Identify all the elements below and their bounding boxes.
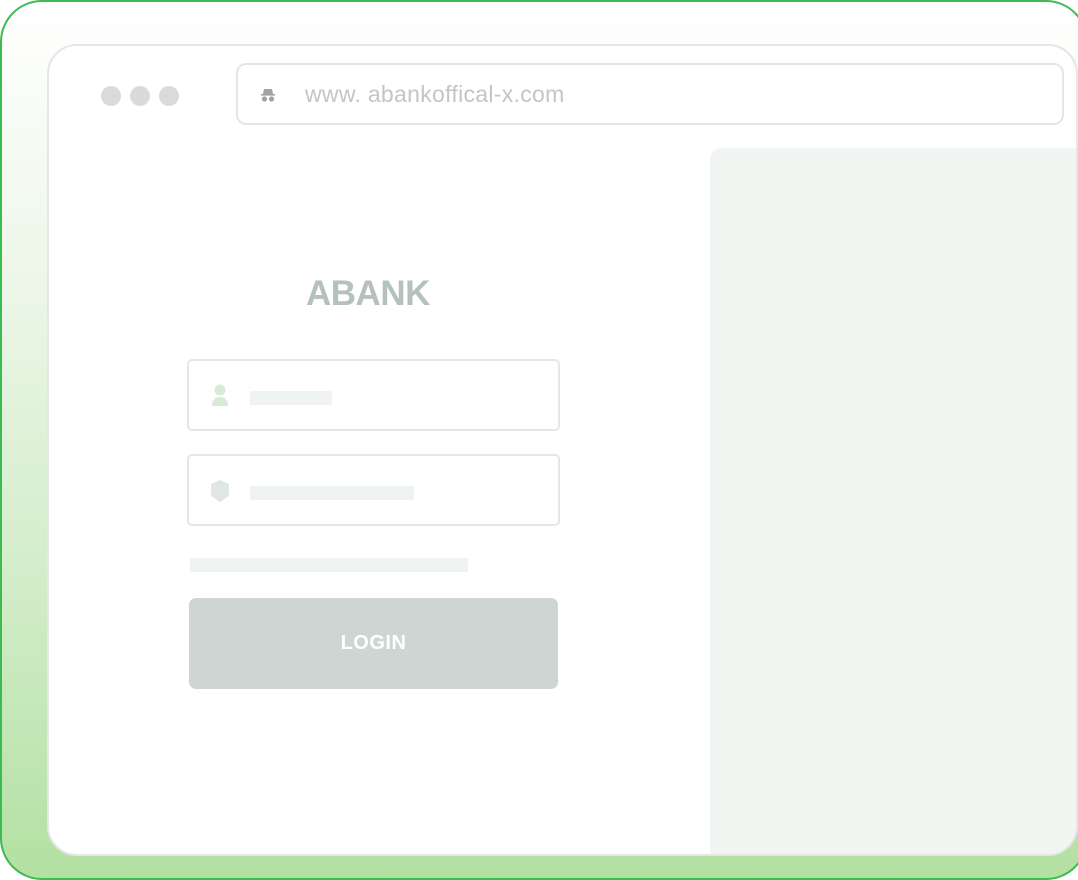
username-field[interactable] (187, 359, 560, 431)
username-placeholder (250, 391, 332, 405)
address-bar[interactable]: www. abankoffical-x.com (236, 63, 1064, 125)
login-button[interactable]: LOGIN (189, 598, 558, 689)
url-text[interactable]: www. abankoffical-x.com (305, 81, 565, 108)
password-field[interactable] (187, 454, 560, 526)
browser-window: www. abankoffical-x.com ABANK LOGIN (47, 44, 1078, 856)
minimize-window-dot[interactable] (130, 86, 150, 106)
device-frame: www. abankoffical-x.com ABANK LOGIN (0, 0, 1078, 880)
forgot-password-link[interactable] (190, 558, 468, 572)
password-placeholder (250, 486, 414, 500)
shield-icon (211, 480, 229, 502)
window-controls (101, 86, 179, 106)
incognito-icon (261, 89, 275, 102)
user-icon (212, 384, 228, 406)
side-panel (710, 148, 1076, 854)
brand-logo: ABANK (306, 274, 430, 313)
close-window-dot[interactable] (101, 86, 121, 106)
maximize-window-dot[interactable] (159, 86, 179, 106)
